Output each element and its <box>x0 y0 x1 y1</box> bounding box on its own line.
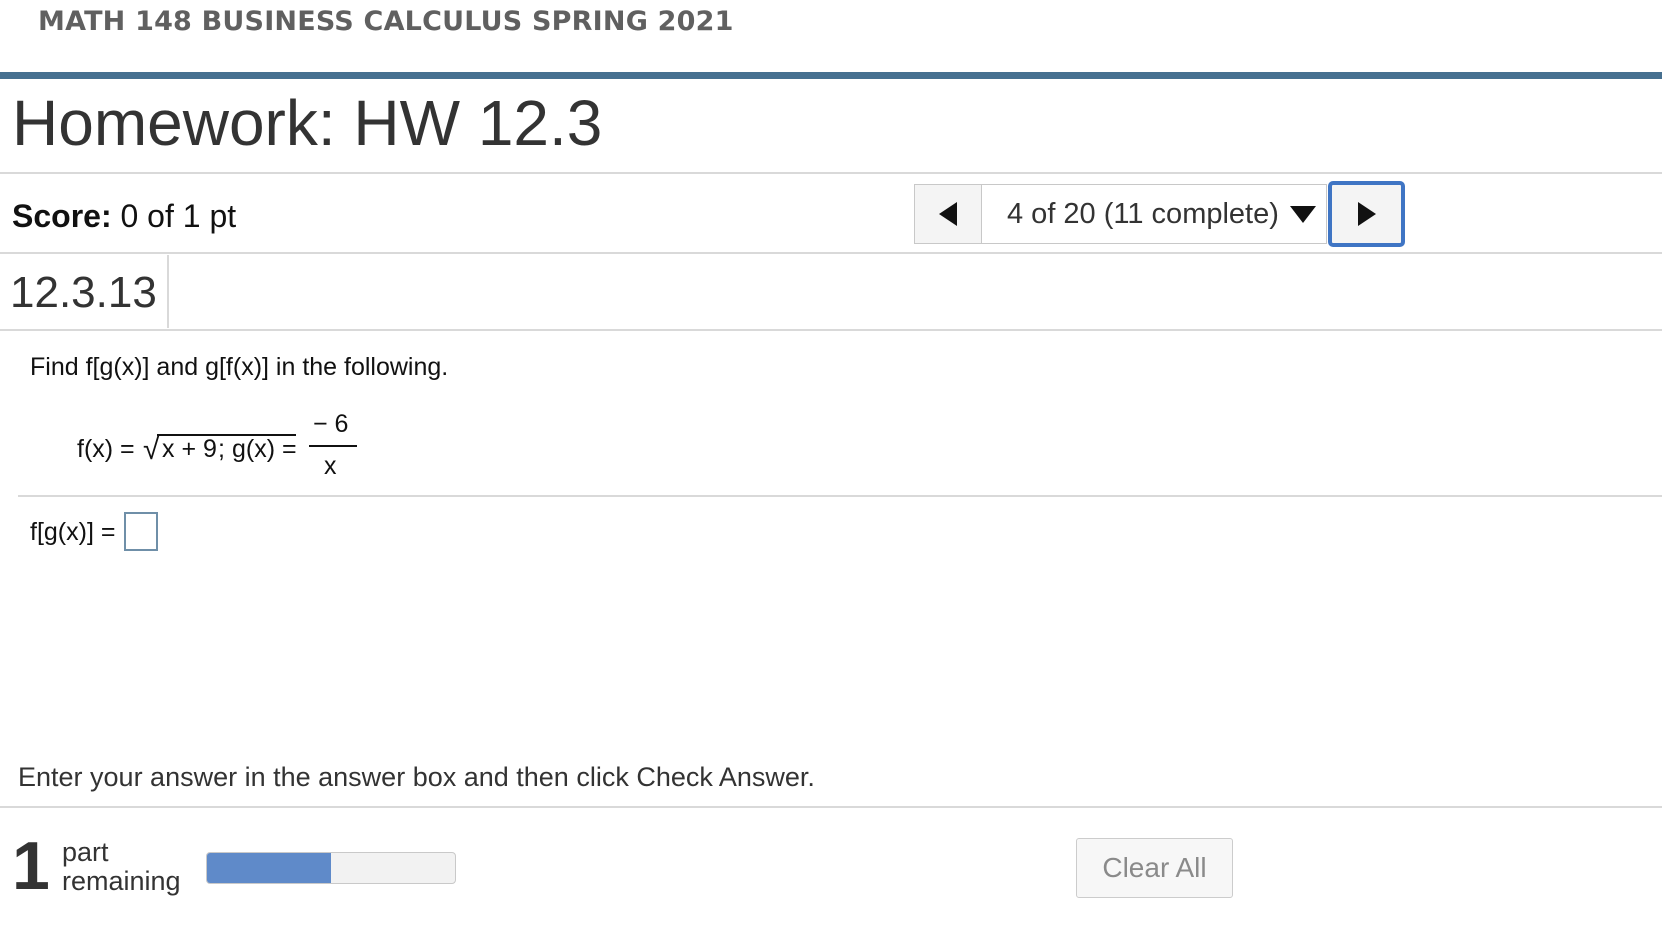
score: Score: 0 of 1 pt <box>12 198 236 235</box>
parts-remaining-label: part remaining <box>62 838 181 896</box>
question-id: 12.3.13 <box>10 268 157 317</box>
question-selector[interactable]: 4 of 20 (11 complete) <box>982 184 1327 244</box>
caret-down-icon <box>1289 206 1316 223</box>
progress-fill <box>207 853 331 883</box>
parts-label-line1: part <box>62 837 109 867</box>
clear-all-button[interactable]: Clear All <box>1076 838 1233 898</box>
question-prompt: Find f[g(x)] and g[f(x)] in the followin… <box>30 353 449 381</box>
fraction-bar <box>309 445 357 447</box>
parts-label-line2: remaining <box>62 866 181 896</box>
divider <box>0 329 1662 331</box>
divider <box>0 252 1662 254</box>
g-numerator: − 6 <box>313 410 349 438</box>
radical-sign: √ <box>143 433 160 466</box>
answer-label: f[g(x)] = <box>30 518 116 546</box>
homework-title: Homework: HW 12.3 <box>12 87 603 159</box>
triangle-right-icon <box>1357 202 1376 226</box>
previous-question-button[interactable] <box>914 184 982 244</box>
score-label: Score: <box>12 198 112 234</box>
answer-input[interactable] <box>124 512 158 551</box>
math-separator: ; <box>218 435 225 463</box>
course-title: MATH 148 BUSINESS CALCULUS SPRING 2021 <box>38 6 734 37</box>
divider <box>18 495 1662 497</box>
progress-bar <box>206 852 456 884</box>
divider <box>0 806 1662 808</box>
course-header-bar <box>0 72 1662 79</box>
f-radicand: x + 9 <box>162 435 217 463</box>
f-label: f(x) = <box>77 435 135 463</box>
g-denominator: x <box>324 452 337 480</box>
g-label: g(x) = <box>232 435 297 463</box>
triangle-left-icon <box>939 202 957 226</box>
divider <box>0 172 1662 174</box>
next-question-button[interactable] <box>1328 181 1405 247</box>
instruction-text: Enter your answer in the answer box and … <box>18 762 815 792</box>
parts-remaining-count: 1 <box>12 828 50 904</box>
question-selector-label: 4 of 20 (11 complete) <box>1007 197 1279 230</box>
score-value: 0 of 1 pt <box>120 198 237 234</box>
question-id-divider <box>167 255 169 328</box>
